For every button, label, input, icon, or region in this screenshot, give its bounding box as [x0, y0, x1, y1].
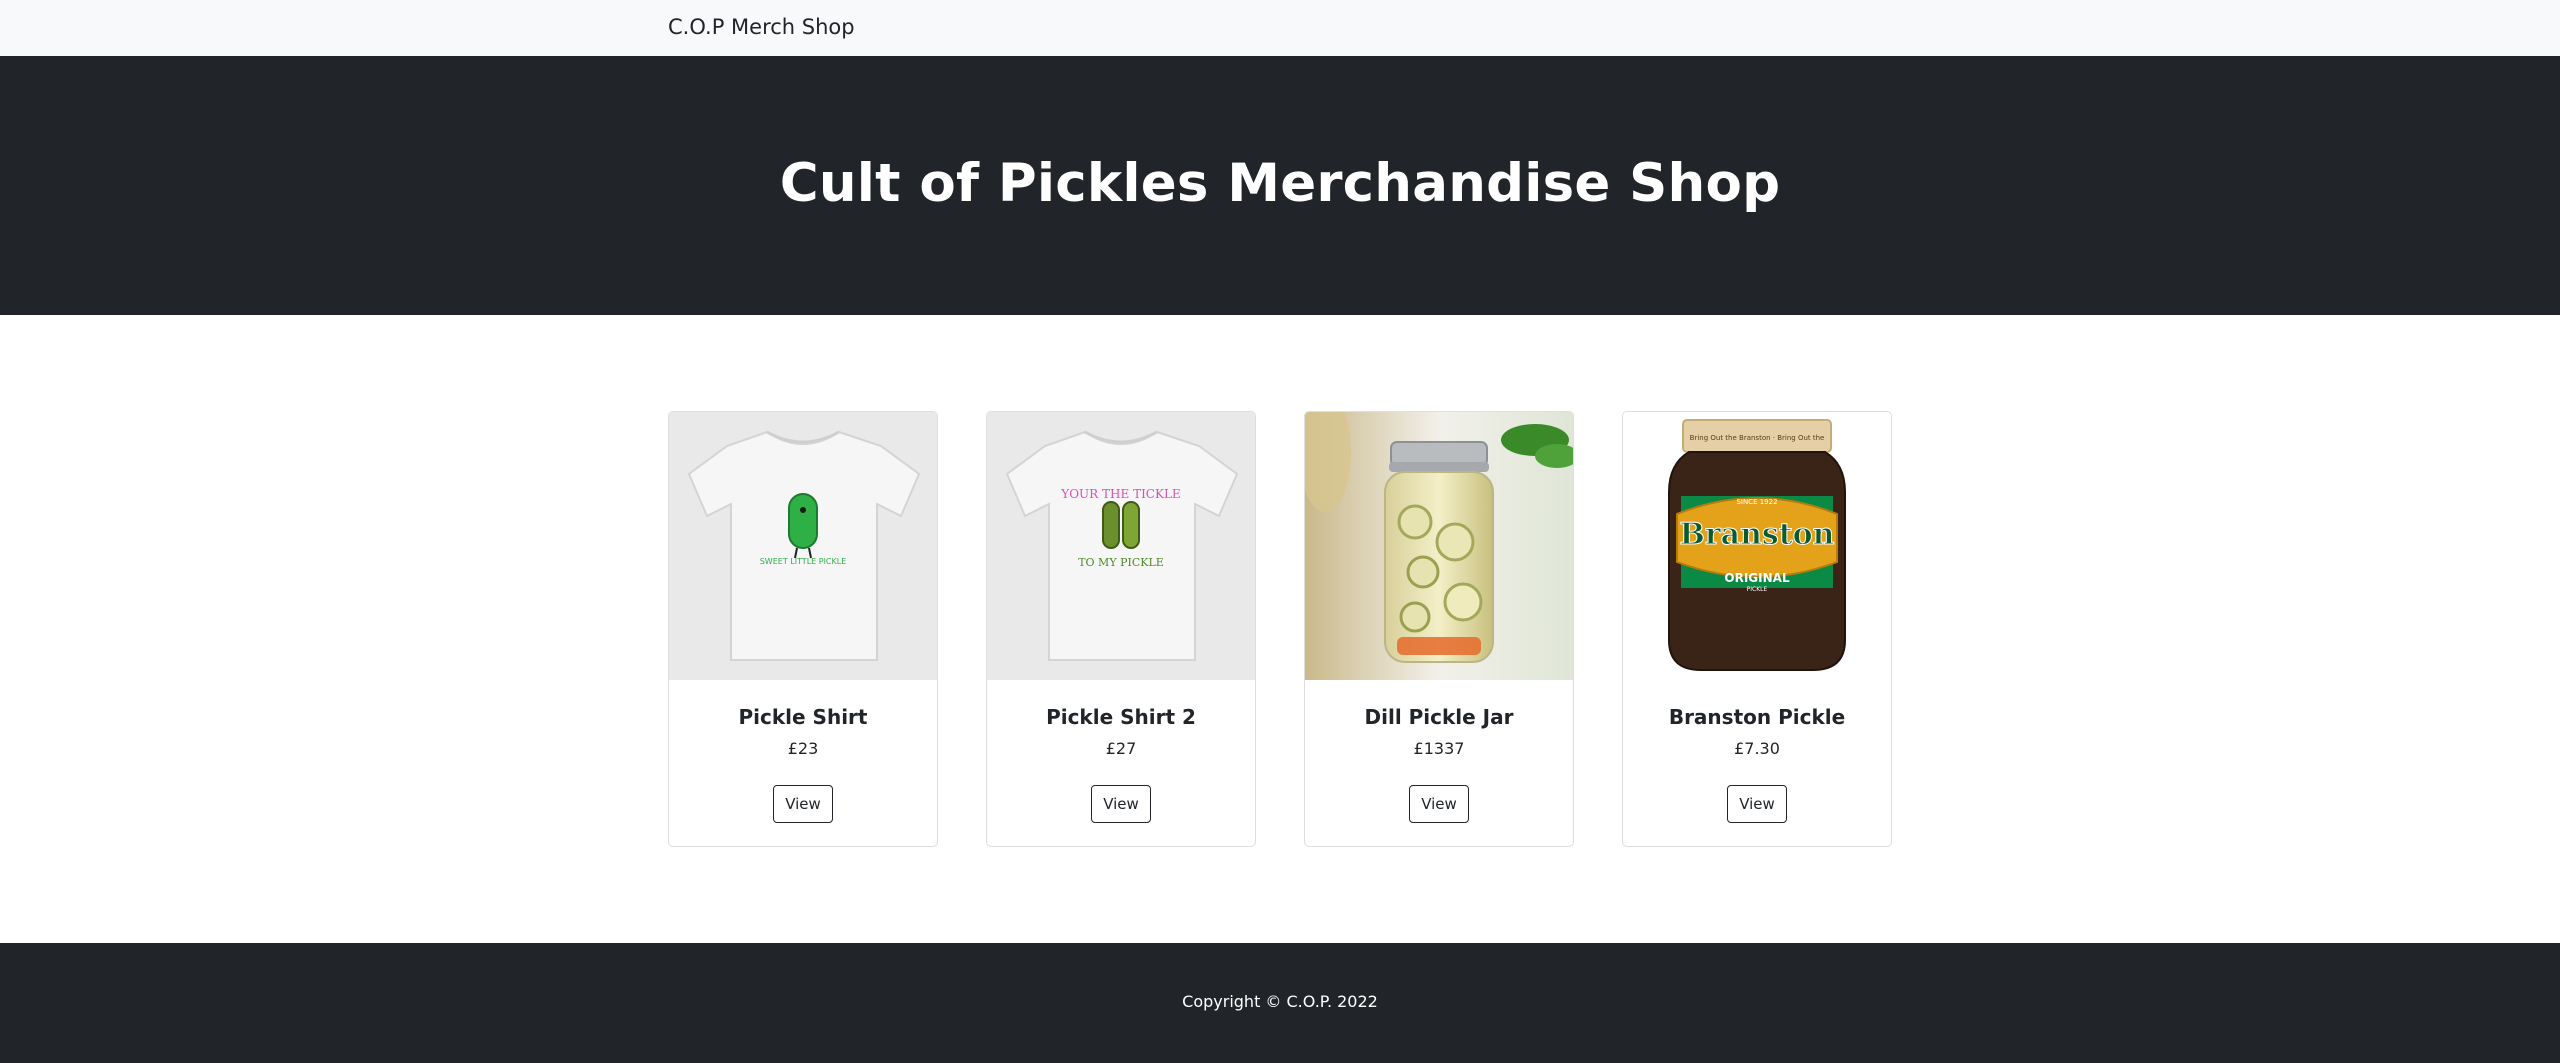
- view-button[interactable]: View: [773, 785, 833, 823]
- pickle-tshirt-image: SWEET LITTLE PICKLE: [669, 412, 937, 680]
- view-button[interactable]: View: [1409, 785, 1469, 823]
- jar-brand-text: Branston: [1680, 517, 1835, 552]
- product-price: £27: [1105, 739, 1137, 758]
- branston-jar-image: Bring Out the Branston · Bring Out the S…: [1623, 412, 1891, 680]
- pickle-tshirt-2-image: YOUR THE TICKLE TO MY PICKLE: [987, 412, 1255, 680]
- product-price: £1337: [1413, 739, 1465, 758]
- product-card: YOUR THE TICKLE TO MY PICKLE Pickle Shir…: [986, 411, 1256, 847]
- hero-header: Cult of Pickles Merchandise Shop: [0, 56, 2560, 315]
- product-card: SWEET LITTLE PICKLE Pickle Shirt £23 Vie…: [668, 411, 938, 847]
- product-card: Bring Out the Branston · Bring Out the S…: [1622, 411, 1892, 847]
- view-button[interactable]: View: [1091, 785, 1151, 823]
- product-name: Dill Pickle Jar: [1364, 705, 1514, 729]
- product-name: Branston Pickle: [1668, 705, 1846, 729]
- jar-lid-text: Bring Out the Branston · Bring Out the: [1690, 434, 1825, 442]
- jar-variant-text: ORIGINAL: [1724, 571, 1790, 585]
- product-card: Dill Pickle Jar £1337 View: [1304, 411, 1574, 847]
- product-price: £7.30: [1734, 739, 1780, 758]
- jar-since-text: SINCE 1922: [1736, 498, 1777, 506]
- jar-sub-text: PICKLE: [1747, 586, 1768, 593]
- product-name: Pickle Shirt 2: [1046, 705, 1196, 729]
- shirt-print-text: SWEET LITTLE PICKLE: [760, 557, 847, 566]
- navbar-brand-link[interactable]: C.O.P Merch Shop: [668, 15, 855, 39]
- product-name: Pickle Shirt: [738, 705, 868, 729]
- product-price: £23: [787, 739, 819, 758]
- view-button[interactable]: View: [1727, 785, 1787, 823]
- page-title: Cult of Pickles Merchandise Shop: [779, 153, 1781, 214]
- copyright-text: Copyright © C.O.P. 2022: [1182, 992, 1378, 1011]
- shirt-print-bottom-text: TO MY PICKLE: [1078, 556, 1164, 569]
- navbar: C.O.P Merch Shop: [0, 0, 2560, 56]
- shirt-print-top-text: YOUR THE TICKLE: [1060, 487, 1180, 501]
- footer: Copyright © C.O.P. 2022: [0, 943, 2560, 1063]
- dill-pickle-jar-image: [1305, 412, 1573, 680]
